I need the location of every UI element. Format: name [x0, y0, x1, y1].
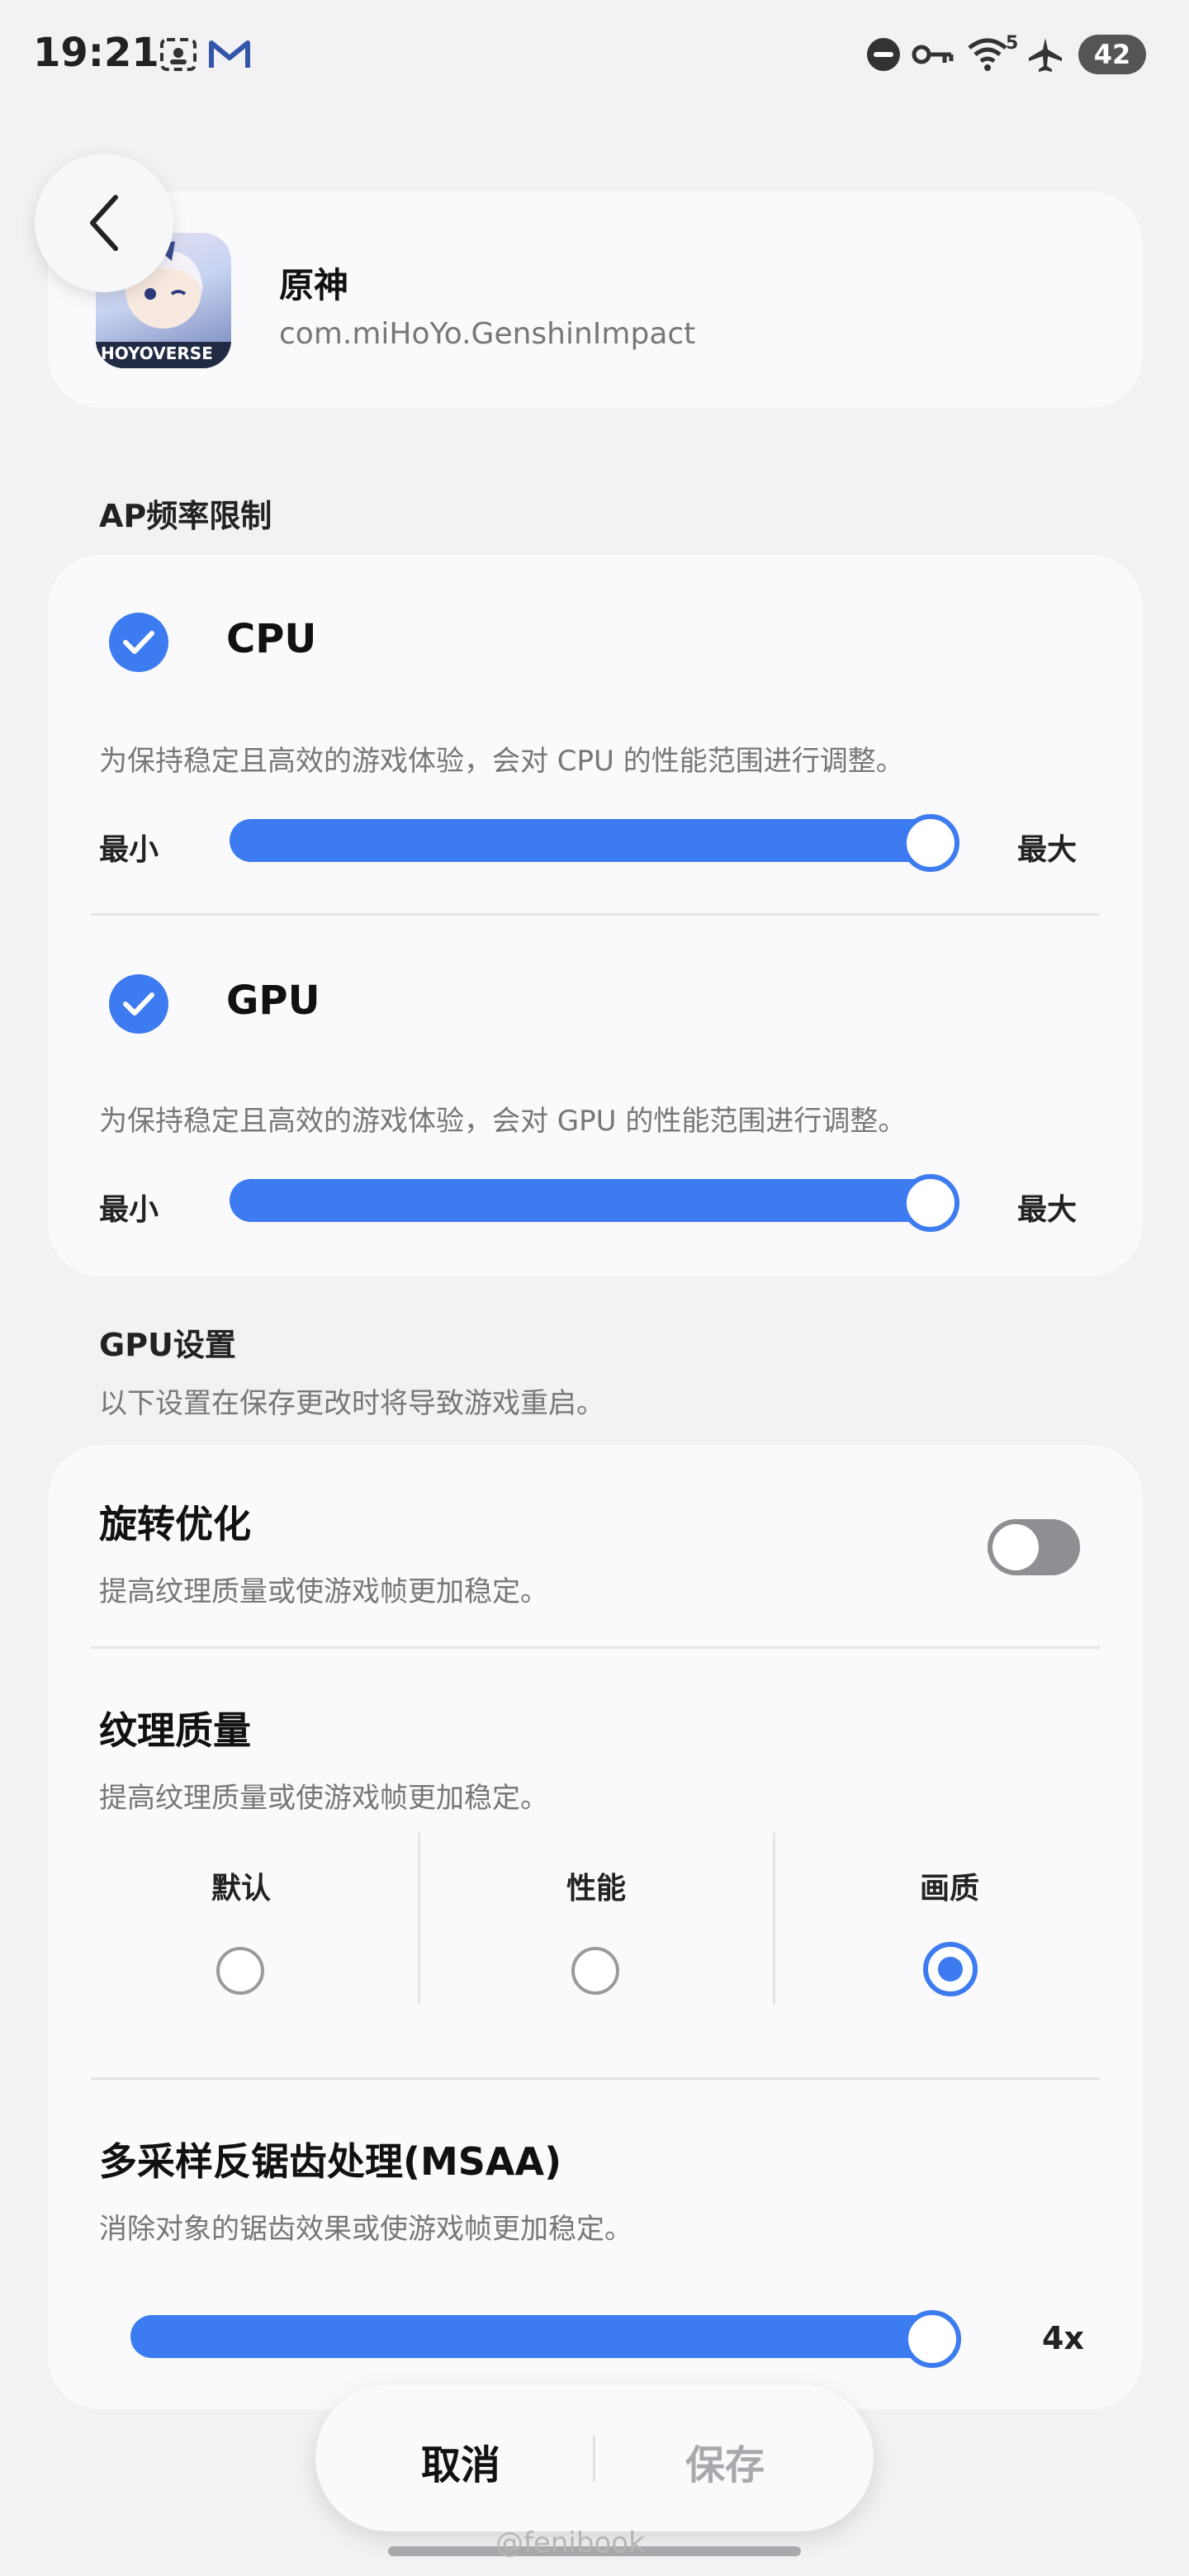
cpu-slider-thumb[interactable] [902, 814, 959, 872]
toggle-knob [992, 1524, 1039, 1570]
vpn-key-icon [912, 36, 955, 73]
save-button[interactable]: 保存 [685, 2432, 765, 2490]
texture-option-performance-label: 性能 [566, 1872, 627, 1906]
cpu-description: 为保持稳定且高效的游戏体验，会对 CPU 的性能范围进行调整。 [99, 745, 904, 778]
rotation-toggle[interactable] [988, 1519, 1080, 1575]
texture-title: 纹理质量 [99, 1708, 251, 1753]
texture-option-quality-label: 画质 [920, 1872, 980, 1906]
ap-card [48, 555, 1143, 1276]
msaa-value: 4x [1042, 2320, 1084, 2356]
gpu-label: GPU [226, 978, 320, 1024]
texture-option-quality-radio[interactable] [923, 1942, 978, 1996]
chevron-left-icon [90, 195, 118, 251]
cpu-min-label: 最小 [99, 833, 159, 867]
wifi-icon [966, 36, 1009, 73]
radio-dot [938, 1957, 963, 1982]
msaa-description: 消除对象的锯齿效果或使游戏帧更加稳定。 [99, 2213, 632, 2246]
rotation-description: 提高纹理质量或使游戏帧更加稳定。 [99, 1575, 548, 1608]
app-name: 原神 [279, 265, 349, 305]
gpu-slider-track[interactable] [230, 1179, 946, 1222]
texture-option-default-label: 默认 [211, 1872, 272, 1906]
cancel-button[interactable]: 取消 [421, 2432, 500, 2490]
msaa-title: 多采样反锯齿处理(MSAA) [99, 2139, 562, 2184]
status-time: 19:21 [33, 30, 159, 76]
divider [418, 1833, 420, 2005]
gpu-section-title: GPU设置 [99, 1327, 236, 1363]
msaa-slider-thumb[interactable] [903, 2310, 961, 2368]
wifi-badge: 5 [1006, 33, 1019, 54]
gmail-icon [208, 36, 251, 73]
divider [91, 913, 1100, 916]
divider [773, 1833, 775, 2005]
gpu-slider-thumb[interactable] [902, 1174, 959, 1232]
cpu-checkbox[interactable] [109, 613, 168, 672]
texture-option-default-radio[interactable] [216, 1947, 264, 1995]
checkmark-icon [123, 992, 154, 1016]
cpu-label: CPU [226, 616, 317, 662]
gpu-max-label: 最大 [1017, 1193, 1078, 1227]
texture-option-performance-radio[interactable] [571, 1947, 619, 1995]
app-icon-brand: HOYOVERSE [101, 343, 213, 363]
screenshot-icon [157, 36, 200, 73]
gpu-section-subtitle: 以下设置在保存更改时将导致游戏重启。 [99, 1387, 604, 1420]
app-package: com.miHoYo.GenshinImpact [279, 317, 696, 351]
msaa-slider-track[interactable] [130, 2315, 948, 2358]
rotation-title: 旋转优化 [99, 1502, 251, 1546]
gpu-min-label: 最小 [99, 1193, 159, 1227]
divider [593, 2436, 595, 2482]
checkmark-icon [123, 631, 154, 654]
back-button[interactable] [35, 154, 173, 292]
divider [91, 2077, 1100, 2080]
airplane-icon [1024, 36, 1067, 73]
divider [91, 1646, 1100, 1649]
cpu-slider-track[interactable] [230, 819, 946, 862]
cpu-max-label: 最大 [1017, 833, 1078, 867]
gpu-description: 为保持稳定且高效的游戏体验，会对 GPU 的性能范围进行调整。 [99, 1105, 907, 1138]
do-not-disturb-icon [862, 36, 905, 73]
ap-section-title: AP频率限制 [99, 498, 272, 534]
battery-indicator: 42 [1078, 35, 1146, 74]
watermark: @fenibook [495, 2526, 645, 2559]
texture-description: 提高纹理质量或使游戏帧更加稳定。 [99, 1782, 548, 1815]
gpu-checkbox[interactable] [109, 974, 168, 1034]
